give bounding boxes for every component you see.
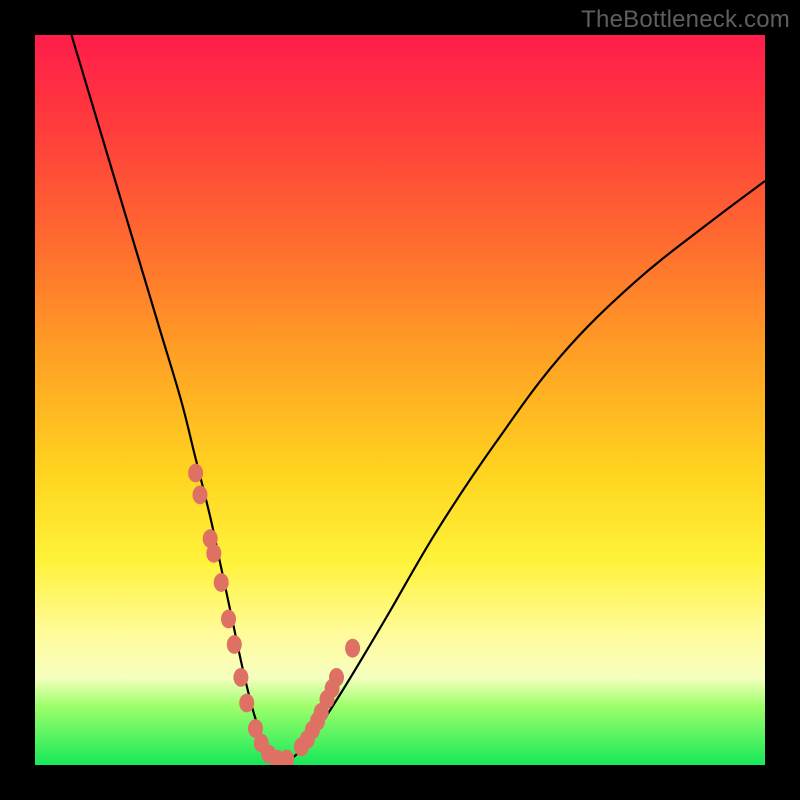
marker-dot	[206, 544, 221, 563]
curve-svg	[35, 35, 765, 765]
marker-dot	[193, 486, 208, 505]
chart-frame: TheBottleneck.com	[0, 0, 800, 800]
marker-dot	[188, 464, 203, 483]
highlight-markers	[188, 464, 360, 765]
marker-dot	[233, 668, 248, 687]
marker-dot	[329, 668, 344, 687]
watermark-text: TheBottleneck.com	[581, 6, 790, 34]
marker-dot	[221, 610, 236, 629]
bottleneck-curve	[72, 35, 766, 762]
marker-dot	[345, 639, 360, 658]
marker-dot	[214, 573, 229, 592]
marker-dot	[227, 635, 242, 654]
plot-area	[35, 35, 765, 765]
marker-dot	[239, 694, 254, 713]
